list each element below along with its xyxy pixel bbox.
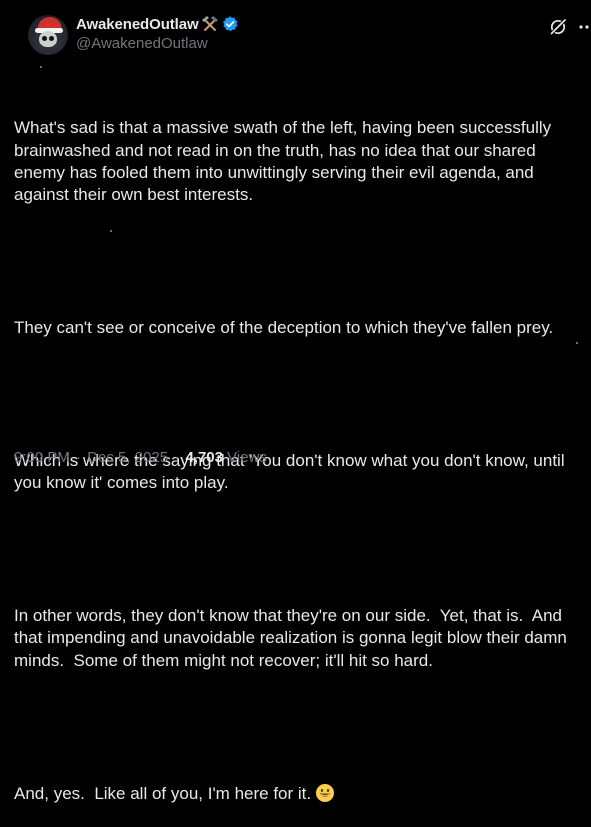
artifact-speck xyxy=(40,66,42,68)
post-paragraph: In other words, they don't know that the… xyxy=(14,606,572,670)
display-name-row: AwakenedOutlaw xyxy=(76,14,239,34)
post-meta: 9:00 PM · Dec 5, 2025 · 4,703 Views xyxy=(14,449,267,466)
author-names: AwakenedOutlaw @AwakenedOutlaw xyxy=(76,14,239,52)
grinning-face-icon xyxy=(316,783,335,802)
views-count[interactable]: 4,703 xyxy=(185,449,223,466)
post-paragraph-text: And, yes. Like all of you, I'm here for … xyxy=(14,783,312,803)
verified-badge-icon[interactable] xyxy=(221,15,239,33)
grok-icon[interactable] xyxy=(548,17,568,37)
artifact-speck xyxy=(576,342,578,344)
post-date[interactable]: Dec 5, 2025 xyxy=(87,449,168,466)
meta-separator: · xyxy=(174,449,180,466)
avatar-eye-left xyxy=(42,36,47,41)
post-time[interactable]: 9:00 PM xyxy=(14,449,70,466)
hammer-and-pick-icon xyxy=(201,16,218,31)
author-handle[interactable]: @AwakenedOutlaw xyxy=(76,35,239,52)
views-label: Views xyxy=(227,449,267,466)
display-name[interactable]: AwakenedOutlaw xyxy=(76,16,199,33)
post-paragraph-last: And, yes. Like all of you, I'm here for … xyxy=(14,783,574,805)
post-paragraph: What's sad is that a massive swath of th… xyxy=(14,118,556,205)
post-header: AwakenedOutlaw @AwakenedOutlaw xyxy=(14,0,589,64)
meta-separator: · xyxy=(76,449,82,466)
avatar[interactable] xyxy=(28,15,68,55)
post-paragraph: They can't see or conceive of the decept… xyxy=(14,318,554,338)
avatar-eye-right xyxy=(49,36,54,41)
more-options-icon[interactable] xyxy=(577,17,591,37)
